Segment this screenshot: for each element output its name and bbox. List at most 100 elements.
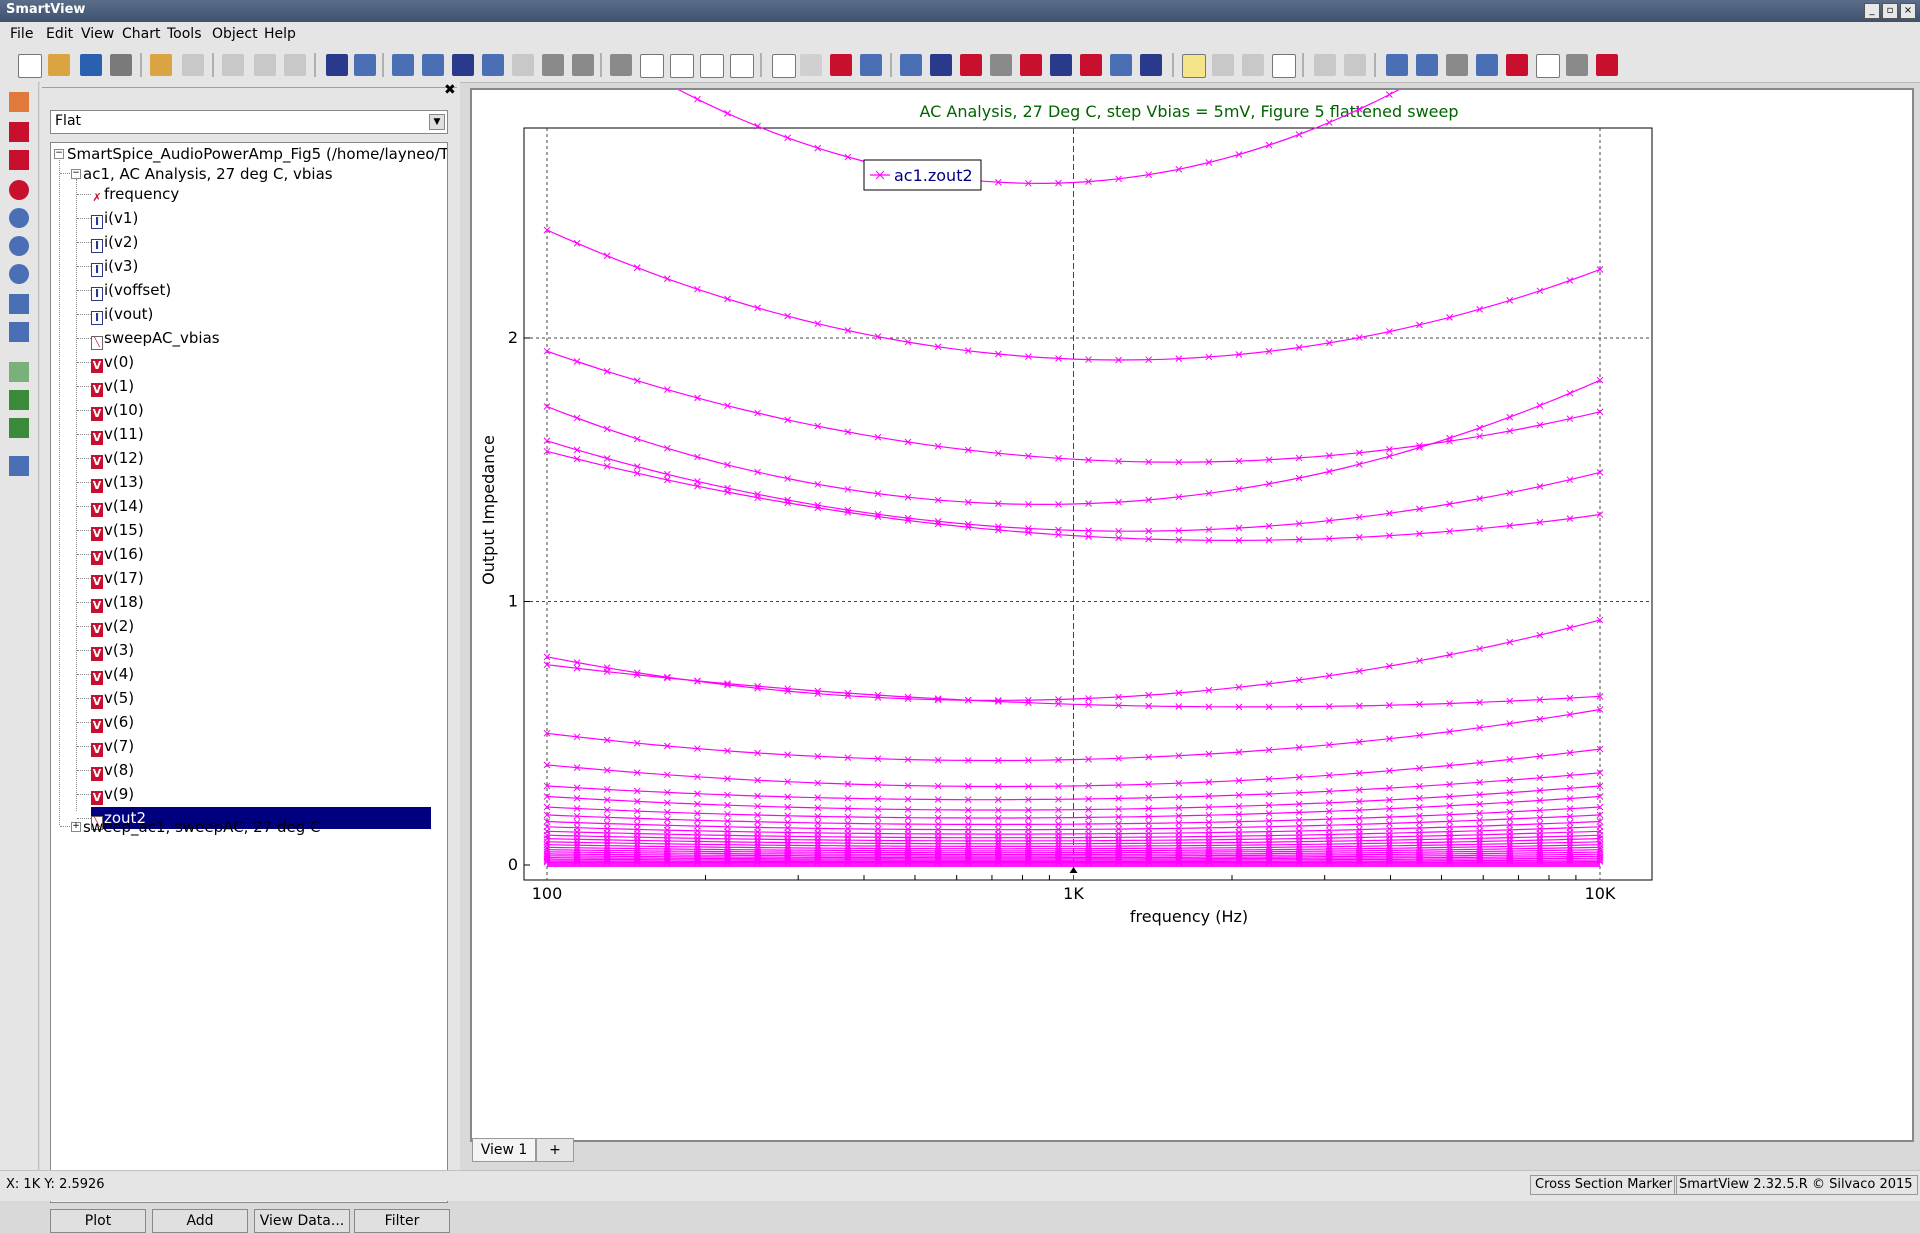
page-layout-icon[interactable] (670, 54, 694, 78)
tree-item[interactable]: Vv(6) (91, 711, 134, 733)
scatter-chart-icon[interactable] (830, 54, 852, 76)
view-data-icon[interactable] (900, 54, 922, 76)
ig-icon[interactable] (1050, 54, 1072, 76)
lock-x-icon[interactable] (542, 54, 564, 76)
minimize-icon[interactable]: _ (1864, 3, 1880, 19)
rf-tool-icon[interactable] (9, 122, 29, 142)
tree-item[interactable]: Vv(15) (91, 519, 144, 541)
expand-group-icon[interactable]: + (71, 822, 81, 832)
collapse-root-icon[interactable]: − (54, 149, 64, 159)
chart-svg[interactable]: AC Analysis, 27 Deg C, step Vbias = 5mV,… (472, 0, 1908, 1136)
line-tool-icon[interactable] (1212, 54, 1234, 76)
zoom-out-icon[interactable] (482, 54, 504, 76)
slope-icon[interactable] (1476, 54, 1498, 76)
axis-settings-icon[interactable] (1566, 54, 1588, 76)
view-data-button[interactable]: View Data... (254, 1209, 350, 1233)
smith-tool-icon[interactable] (9, 208, 29, 228)
menu-chart[interactable]: Chart (122, 26, 160, 42)
zoom-y-icon[interactable] (422, 54, 444, 76)
chevron-down-icon[interactable]: ▼ (429, 114, 445, 130)
collapse-group-icon[interactable]: − (71, 169, 81, 179)
map-tool-icon[interactable] (9, 456, 29, 476)
cursor-tool-icon[interactable] (1386, 54, 1408, 76)
new-file-icon[interactable] (18, 54, 42, 78)
zoom-fit-icon[interactable] (452, 54, 474, 76)
text-tool-icon[interactable] (1272, 54, 1296, 78)
menu-file[interactable]: File (10, 26, 33, 42)
label-icon[interactable] (1536, 54, 1560, 78)
vertical-marker-icon[interactable] (1344, 54, 1366, 76)
single-chart-icon[interactable] (610, 54, 632, 76)
add-tab-button[interactable]: + (536, 1138, 574, 1162)
tree-item[interactable]: Vv(8) (91, 759, 134, 781)
tree-item[interactable]: Vv(1) (91, 375, 134, 397)
tree-item[interactable]: Ii(v1) (91, 207, 138, 229)
copy-icon[interactable] (254, 54, 276, 76)
tree-item[interactable]: Vv(0) (91, 351, 134, 373)
tree-item[interactable]: Vv(10) (91, 399, 144, 421)
select-arrow-icon[interactable] (326, 54, 348, 76)
fft-icon[interactable] (930, 54, 952, 76)
bar-tool-icon[interactable] (9, 418, 29, 438)
panel-close-icon[interactable]: ✖ (444, 82, 456, 98)
point-info-icon[interactable] (1446, 54, 1468, 76)
save-icon[interactable] (80, 54, 102, 76)
view-mode-combo[interactable]: Flat ▼ (50, 110, 448, 134)
tree-item[interactable]: Ii(v2) (91, 231, 138, 253)
delta-cursor-icon[interactable] (1416, 54, 1438, 76)
waveform-stack-icon[interactable] (9, 322, 29, 342)
tree-item[interactable]: Ii(vout) (91, 303, 153, 325)
integral-icon[interactable] (1110, 54, 1132, 76)
calculator-icon[interactable] (990, 54, 1012, 76)
add-button[interactable]: Add (152, 1209, 248, 1233)
menu-object[interactable]: Object (212, 26, 258, 42)
tree-group-ac1[interactable]: ac1, AC Analysis, 27 deg C, vbias (83, 163, 333, 185)
zoom-select-icon[interactable] (354, 54, 376, 76)
tile-layout-icon[interactable] (730, 54, 754, 78)
paste-icon[interactable] (284, 54, 306, 76)
tree-item[interactable]: Vv(2) (91, 615, 134, 637)
tab-view-1[interactable]: View 1 (472, 1138, 536, 1162)
tree-item[interactable]: Ii(voffset) (91, 279, 171, 301)
chart-view[interactable]: AC Analysis, 27 Deg C, step Vbias = 5mV,… (470, 0, 1914, 1142)
legend-settings-icon[interactable] (1596, 54, 1618, 76)
tree-item[interactable]: Vv(16) (91, 543, 144, 565)
tree-item[interactable]: Vv(4) (91, 663, 134, 685)
cut-icon[interactable] (222, 54, 244, 76)
redo-icon[interactable] (182, 54, 204, 76)
tree-item[interactable]: ✗ frequency (91, 183, 179, 205)
measure-icon[interactable] (960, 54, 982, 76)
annotation-box-icon[interactable] (1182, 54, 1206, 78)
zoom-x-icon[interactable] (392, 54, 414, 76)
waveform-icon[interactable] (1080, 54, 1102, 76)
tree-item[interactable]: Vv(17) (91, 567, 144, 589)
rows-layout-icon[interactable] (640, 54, 664, 78)
line-tool-icon[interactable] (9, 390, 29, 410)
tree-item[interactable]: Vv(12) (91, 447, 144, 469)
tree-item[interactable]: Vv(18) (91, 591, 144, 613)
line-chart-icon[interactable] (772, 54, 796, 78)
histogram-tool-icon[interactable] (9, 150, 29, 170)
tree-root[interactable]: SmartSpice_AudioPowerAmp_Fig5 (/home/lay… (67, 143, 447, 165)
arrow-tool-icon[interactable] (1242, 54, 1264, 76)
smith-chart-icon[interactable] (860, 54, 882, 76)
horizontal-marker-icon[interactable] (1314, 54, 1336, 76)
maximize-icon[interactable]: ▫ (1882, 3, 1898, 19)
tree-item[interactable]: Ii(v3) (91, 255, 138, 277)
curve-fit-icon[interactable] (1506, 54, 1528, 76)
zoom-back-icon[interactable] (512, 54, 534, 76)
close-window-icon[interactable]: × (1900, 3, 1916, 19)
undo-icon[interactable] (150, 54, 172, 76)
tree-item[interactable]: Vv(7) (91, 735, 134, 757)
scatter-tool-icon[interactable] (9, 362, 29, 382)
s-parameter-icon[interactable] (1140, 54, 1162, 76)
tree-item[interactable]: Vv(9) (91, 783, 134, 805)
tree-item[interactable]: Vv(5) (91, 687, 134, 709)
lock-y-icon[interactable] (572, 54, 594, 76)
tree-item[interactable]: Vv(13) (91, 471, 144, 493)
smith-combined-icon[interactable] (9, 264, 29, 284)
print-icon[interactable] (110, 54, 132, 76)
menu-edit[interactable]: Edit (46, 26, 73, 42)
crosshair-icon[interactable] (1020, 54, 1042, 76)
tree-item[interactable]: Vv(11) (91, 423, 144, 445)
